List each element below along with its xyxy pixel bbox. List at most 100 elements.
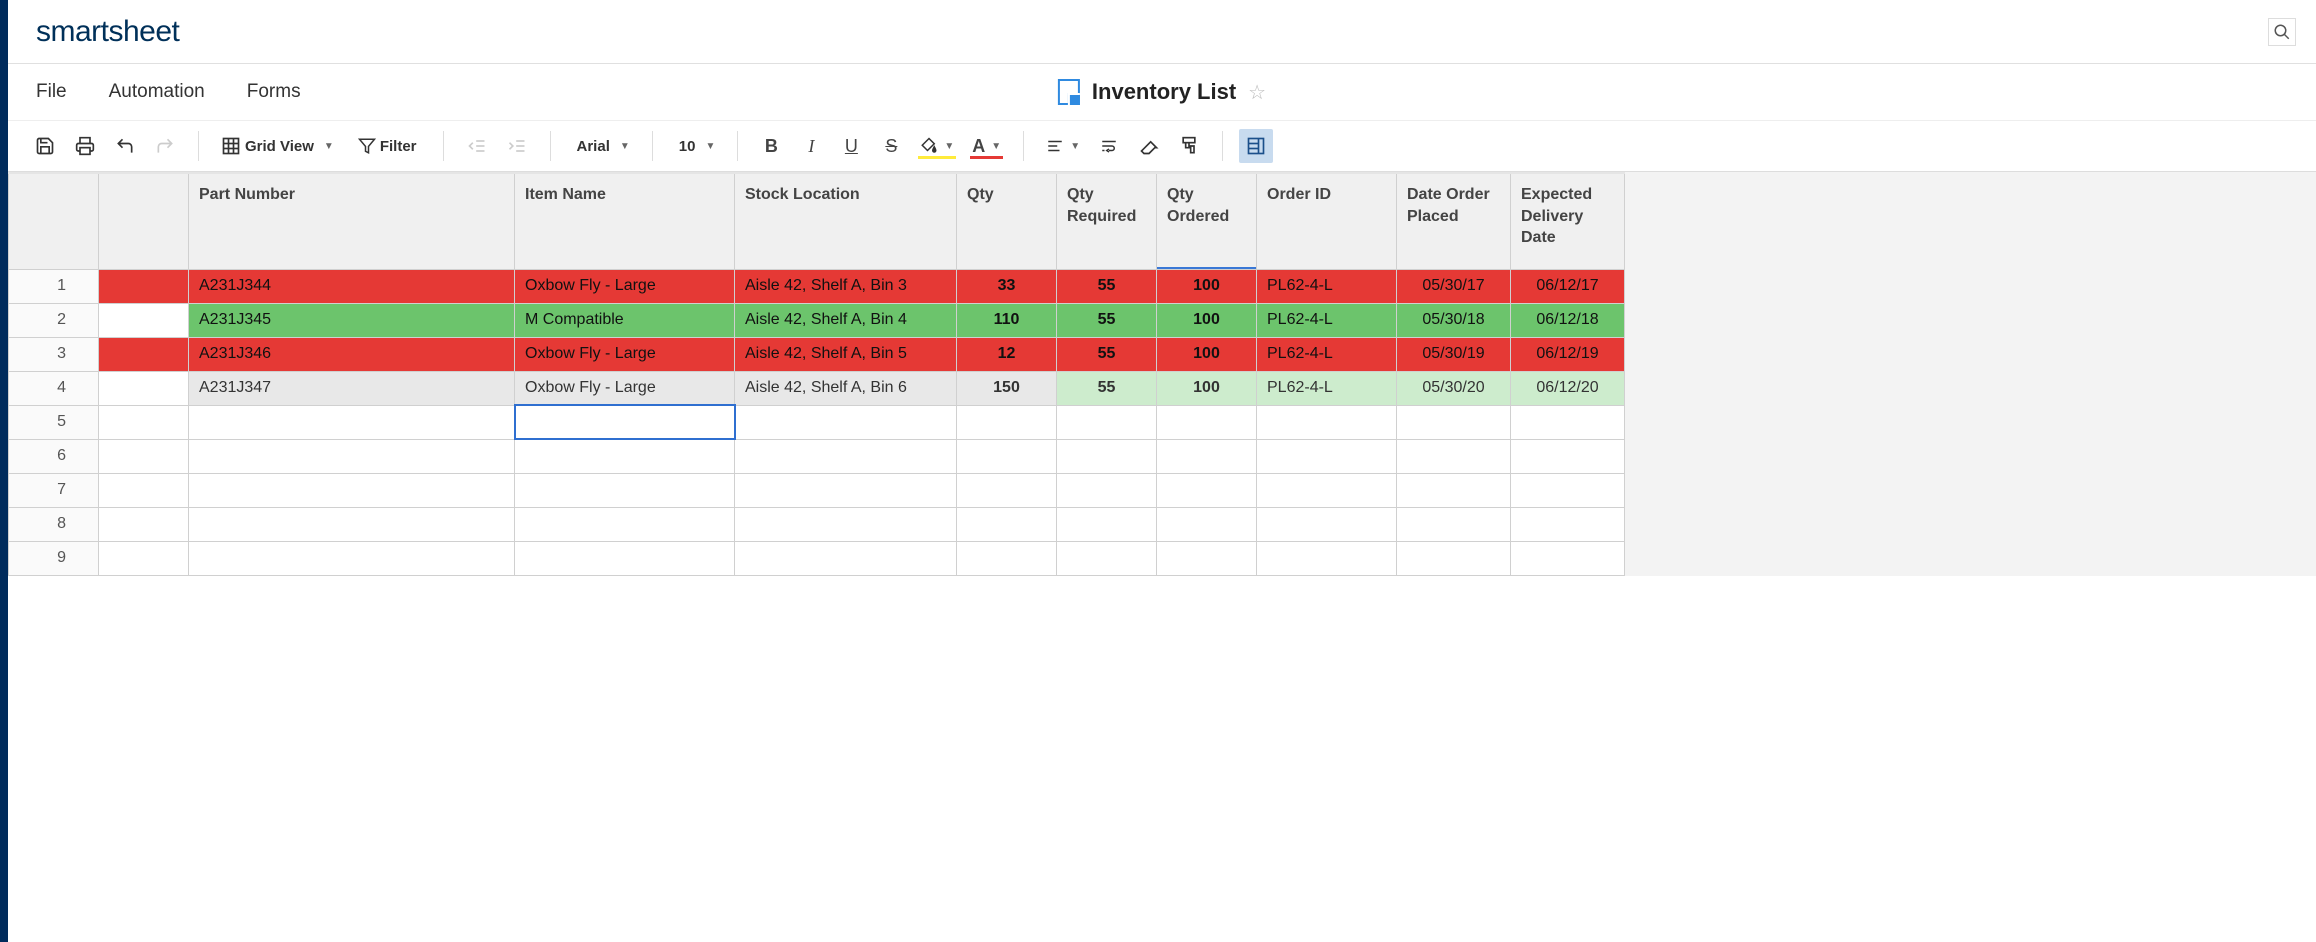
row-number[interactable]: 7 bbox=[9, 473, 99, 507]
column-header[interactable]: Expected Delivery Date bbox=[1511, 173, 1625, 269]
cell[interactable] bbox=[515, 439, 735, 473]
cell[interactable]: 06/12/18 bbox=[1511, 303, 1625, 337]
cell[interactable] bbox=[189, 405, 515, 439]
cell[interactable] bbox=[1397, 541, 1511, 575]
row-number[interactable]: 9 bbox=[9, 541, 99, 575]
save-button[interactable] bbox=[28, 129, 62, 163]
cell[interactable] bbox=[1057, 405, 1157, 439]
cell[interactable]: PL62-4-L bbox=[1257, 371, 1397, 405]
cell[interactable]: PL62-4-L bbox=[1257, 303, 1397, 337]
cell[interactable]: Aisle 42, Shelf A, Bin 4 bbox=[735, 303, 957, 337]
cell[interactable]: A231J345 bbox=[189, 303, 515, 337]
cell[interactable]: 100 bbox=[1157, 337, 1257, 371]
cell[interactable] bbox=[1397, 473, 1511, 507]
favorite-star-icon[interactable]: ☆ bbox=[1248, 80, 1266, 105]
cell[interactable] bbox=[515, 405, 735, 439]
cell[interactable]: 55 bbox=[1057, 337, 1157, 371]
cell[interactable] bbox=[1511, 507, 1625, 541]
font-family-select[interactable]: Arial ▼ bbox=[567, 129, 636, 163]
cell[interactable]: 55 bbox=[1057, 303, 1157, 337]
cell[interactable]: 12 bbox=[957, 337, 1057, 371]
cell[interactable]: 05/30/17 bbox=[1397, 269, 1511, 303]
sheet-title[interactable]: Inventory List bbox=[1092, 79, 1236, 105]
cell[interactable] bbox=[1257, 405, 1397, 439]
menu-forms[interactable]: Forms bbox=[247, 81, 301, 103]
cell[interactable] bbox=[1511, 541, 1625, 575]
cell[interactable]: 06/12/17 bbox=[1511, 269, 1625, 303]
cell[interactable]: 110 bbox=[957, 303, 1057, 337]
text-color-button[interactable]: A ▼ bbox=[966, 129, 1007, 163]
cell[interactable] bbox=[1257, 507, 1397, 541]
cell[interactable] bbox=[735, 405, 957, 439]
corner-cell[interactable] bbox=[9, 173, 99, 269]
cell[interactable] bbox=[189, 541, 515, 575]
row-number[interactable]: 1 bbox=[9, 269, 99, 303]
column-header[interactable]: Order ID bbox=[1257, 173, 1397, 269]
cell[interactable] bbox=[735, 473, 957, 507]
cell[interactable] bbox=[1397, 405, 1511, 439]
cell[interactable] bbox=[957, 541, 1057, 575]
cell[interactable]: 06/12/20 bbox=[1511, 371, 1625, 405]
underline-button[interactable]: U bbox=[834, 129, 868, 163]
row-number[interactable]: 5 bbox=[9, 405, 99, 439]
cell[interactable] bbox=[957, 473, 1057, 507]
column-header[interactable]: Part Number bbox=[189, 173, 515, 269]
cell[interactable]: Oxbow Fly - Large bbox=[515, 269, 735, 303]
indent-button[interactable] bbox=[500, 129, 534, 163]
undo-button[interactable] bbox=[108, 129, 142, 163]
cell[interactable] bbox=[1057, 541, 1157, 575]
cell[interactable]: 05/30/19 bbox=[1397, 337, 1511, 371]
column-header[interactable]: Qty Required bbox=[1057, 173, 1157, 269]
align-button[interactable]: ▼ bbox=[1040, 129, 1086, 163]
cell[interactable]: A231J346 bbox=[189, 337, 515, 371]
cell[interactable] bbox=[1157, 541, 1257, 575]
cell[interactable] bbox=[1397, 507, 1511, 541]
cell[interactable]: 55 bbox=[1057, 371, 1157, 405]
cell[interactable]: Oxbow Fly - Large bbox=[515, 337, 735, 371]
cell[interactable] bbox=[189, 507, 515, 541]
row-number[interactable]: 3 bbox=[9, 337, 99, 371]
bold-button[interactable]: B bbox=[754, 129, 788, 163]
clear-format-button[interactable] bbox=[1132, 129, 1166, 163]
cell[interactable] bbox=[1057, 439, 1157, 473]
cell[interactable]: Oxbow Fly - Large bbox=[515, 371, 735, 405]
column-header[interactable]: Stock Location bbox=[735, 173, 957, 269]
cell[interactable] bbox=[735, 439, 957, 473]
cell[interactable] bbox=[1157, 405, 1257, 439]
cell[interactable] bbox=[957, 405, 1057, 439]
font-size-select[interactable]: 10 ▼ bbox=[669, 129, 722, 163]
cell[interactable] bbox=[1397, 439, 1511, 473]
italic-button[interactable]: I bbox=[794, 129, 828, 163]
row-number[interactable]: 8 bbox=[9, 507, 99, 541]
wrap-text-button[interactable] bbox=[1092, 129, 1126, 163]
cell[interactable]: Aisle 42, Shelf A, Bin 6 bbox=[735, 371, 957, 405]
cell[interactable]: 100 bbox=[1157, 303, 1257, 337]
cell[interactable]: 100 bbox=[1157, 371, 1257, 405]
cell[interactable]: Aisle 42, Shelf A, Bin 3 bbox=[735, 269, 957, 303]
cell[interactable] bbox=[1157, 507, 1257, 541]
cell[interactable] bbox=[515, 473, 735, 507]
cell[interactable] bbox=[515, 507, 735, 541]
cell[interactable] bbox=[1511, 473, 1625, 507]
cell[interactable] bbox=[1057, 507, 1157, 541]
toggle-panel-button[interactable] bbox=[1239, 129, 1273, 163]
cell[interactable] bbox=[189, 439, 515, 473]
cell[interactable] bbox=[1157, 439, 1257, 473]
view-switcher[interactable]: Grid View ▼ bbox=[215, 129, 340, 163]
cell[interactable] bbox=[1257, 439, 1397, 473]
cell[interactable] bbox=[189, 473, 515, 507]
column-header[interactable]: Qty bbox=[957, 173, 1057, 269]
cell[interactable] bbox=[735, 541, 957, 575]
cell[interactable]: 33 bbox=[957, 269, 1057, 303]
cell[interactable] bbox=[1511, 405, 1625, 439]
cell[interactable]: 06/12/19 bbox=[1511, 337, 1625, 371]
cell[interactable]: A231J344 bbox=[189, 269, 515, 303]
cell[interactable] bbox=[735, 507, 957, 541]
column-header[interactable]: Qty Ordered bbox=[1157, 173, 1257, 269]
cell[interactable] bbox=[1511, 439, 1625, 473]
outdent-button[interactable] bbox=[460, 129, 494, 163]
cell[interactable]: 55 bbox=[1057, 269, 1157, 303]
cell[interactable]: PL62-4-L bbox=[1257, 337, 1397, 371]
cell[interactable]: 05/30/18 bbox=[1397, 303, 1511, 337]
menu-automation[interactable]: Automation bbox=[109, 81, 205, 103]
